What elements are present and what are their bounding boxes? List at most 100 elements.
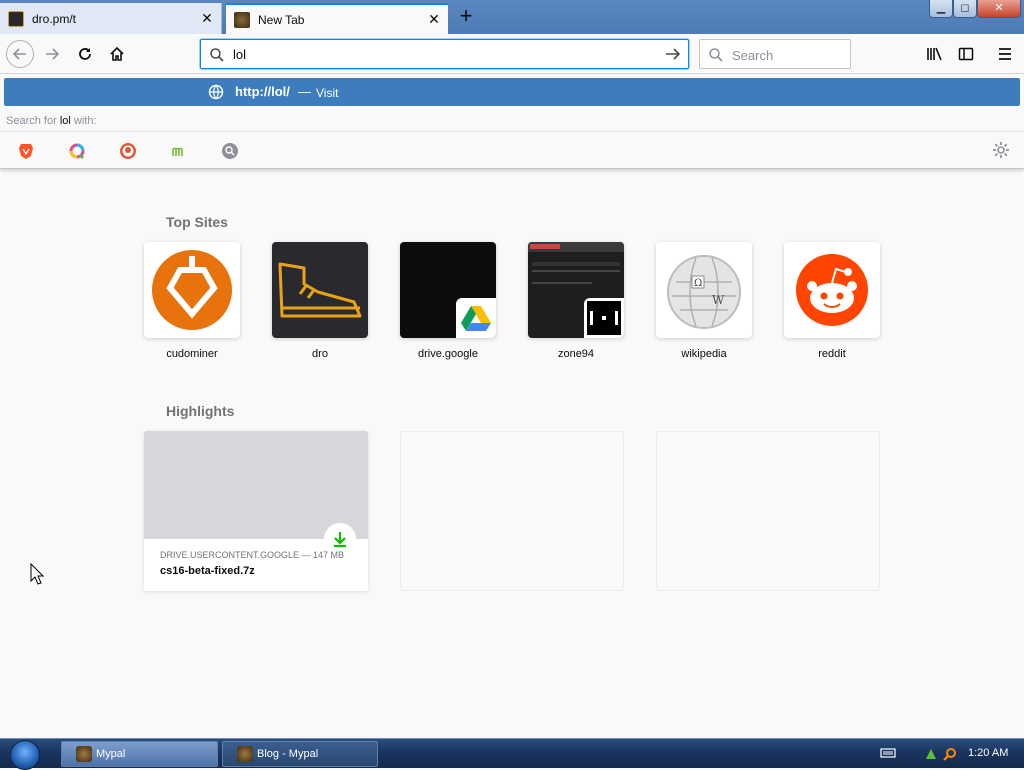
svg-text:W: W xyxy=(712,293,725,307)
nav-toolbar xyxy=(0,34,1024,74)
search-icon xyxy=(210,48,224,62)
top-site-label: cudominer xyxy=(166,348,218,360)
url-input[interactable] xyxy=(231,44,651,64)
suggestion-url: http://lol/ xyxy=(235,84,290,99)
search-with-query: lol xyxy=(59,115,71,127)
zone94-badge xyxy=(584,298,624,338)
back-button[interactable] xyxy=(6,40,34,68)
taskbar: Mypal Blog - Mypal 1:20 AM xyxy=(0,738,1024,770)
boot-icon xyxy=(278,262,362,318)
taskbar-clock: 1:20 AM xyxy=(968,747,1009,759)
maximize-button[interactable]: ◻ xyxy=(953,0,977,18)
visit-url-suggestion[interactable]: http://lol/ — Visit xyxy=(4,78,1020,106)
sidebar-button[interactable] xyxy=(952,40,980,68)
start-button[interactable] xyxy=(10,740,40,770)
tab-label: dro.pm/t xyxy=(32,11,77,26)
top-site-drive-google[interactable] xyxy=(400,242,496,338)
menu-button[interactable] xyxy=(991,40,1019,68)
tab-label: New Tab xyxy=(258,12,305,27)
search-engine-button[interactable] xyxy=(220,141,240,161)
top-site-cudominer[interactable] xyxy=(144,242,240,338)
qwant-icon xyxy=(69,143,85,160)
top-site-label: drive.google xyxy=(418,348,478,360)
highlight-placeholder xyxy=(400,431,624,591)
duckduckgo-icon xyxy=(120,143,136,159)
network-icon[interactable] xyxy=(924,747,938,761)
menu-icon xyxy=(999,48,1011,60)
mojeek-engine-button[interactable] xyxy=(169,141,189,161)
search-box[interactable] xyxy=(699,39,851,69)
arrow-right-icon xyxy=(46,48,60,60)
mypal-favicon-icon xyxy=(234,11,250,28)
search-engine-icon xyxy=(222,143,238,159)
download-icon xyxy=(334,532,346,548)
suggestion-action: Visit xyxy=(316,86,339,100)
search-tray-icon[interactable] xyxy=(942,747,958,763)
google-drive-icon xyxy=(461,306,491,331)
top-sites-heading: Top Sites xyxy=(166,214,228,230)
taskbar-item-label: Mypal xyxy=(96,748,126,760)
highlight-source: DRIVE.USERCONTENT.GOOGLE — 147 MB xyxy=(160,550,345,560)
suggestion-separator: — xyxy=(298,84,311,99)
pong-icon xyxy=(587,301,621,335)
top-site-label: dro xyxy=(312,348,328,360)
tab-strip: dro.pm/t ✕ New Tab ✕ + ▁ ◻ ✕ xyxy=(0,0,1024,34)
library-icon xyxy=(927,47,942,61)
library-button[interactable] xyxy=(920,40,948,68)
search-icon xyxy=(709,48,723,62)
top-site-zone94[interactable] xyxy=(528,242,624,338)
taskbar-item-label: Blog - Mypal xyxy=(257,748,319,760)
mypal-app-icon xyxy=(76,746,92,762)
search-with-suffix: with: xyxy=(73,115,97,127)
mouse-cursor-icon xyxy=(30,563,44,585)
taskbar-item-blog[interactable]: Blog - Mypal xyxy=(222,741,378,767)
top-site-label: wikipedia xyxy=(681,348,727,360)
reload-icon xyxy=(79,48,91,60)
top-site-label: reddit xyxy=(818,348,846,360)
reddit-logo-icon xyxy=(796,254,868,326)
duckduckgo-engine-button[interactable] xyxy=(118,141,138,161)
taskbar-item-mypal[interactable]: Mypal xyxy=(61,741,218,767)
brave-engine-button[interactable] xyxy=(16,141,36,161)
highlight-title: cs16-beta-fixed.7z xyxy=(160,565,255,577)
reload-button[interactable] xyxy=(71,40,99,68)
mojeek-icon xyxy=(172,147,183,156)
close-tab-icon[interactable]: ✕ xyxy=(424,11,444,28)
arrow-left-icon xyxy=(12,48,26,60)
url-bar[interactable] xyxy=(200,39,689,69)
svg-text:Ω: Ω xyxy=(694,278,702,289)
search-with-label: Search for lol with: xyxy=(6,115,97,127)
search-input[interactable] xyxy=(730,45,840,65)
highlight-placeholder xyxy=(656,431,880,591)
cudominer-logo-icon xyxy=(152,250,232,330)
home-button[interactable] xyxy=(103,40,131,68)
tab-dro[interactable]: dro.pm/t ✕ xyxy=(0,3,222,34)
qwant-engine-button[interactable] xyxy=(67,141,87,161)
mypal-app-icon xyxy=(237,746,253,762)
one-off-search-engines xyxy=(0,131,1024,168)
go-arrow-icon[interactable] xyxy=(664,46,682,62)
gear-icon xyxy=(993,142,1009,158)
drive-badge xyxy=(456,298,496,338)
wikipedia-globe-icon: ΩW xyxy=(667,255,741,329)
top-site-label: zone94 xyxy=(557,348,595,360)
close-tab-icon[interactable]: ✕ xyxy=(197,10,217,27)
dro-favicon-icon xyxy=(8,10,24,27)
search-settings-button[interactable] xyxy=(992,141,1010,164)
new-tab-button[interactable]: + xyxy=(454,4,478,30)
home-icon xyxy=(110,46,124,61)
close-window-button[interactable]: ✕ xyxy=(977,0,1021,18)
minimize-button[interactable]: ▁ xyxy=(929,0,953,18)
keyboard-icon[interactable] xyxy=(880,747,896,759)
tab-new-tab[interactable]: New Tab ✕ xyxy=(226,3,448,34)
forward-button[interactable] xyxy=(38,40,66,68)
top-site-reddit[interactable] xyxy=(784,242,880,338)
top-site-dro[interactable] xyxy=(272,242,368,338)
search-with-prefix: Search for xyxy=(6,115,57,127)
url-autocomplete-popup: http://lol/ — Visit Search for lol with: xyxy=(0,75,1024,169)
top-site-wikipedia[interactable]: ΩW xyxy=(656,242,752,338)
sidebar-icon xyxy=(958,47,974,61)
brave-icon xyxy=(19,144,33,159)
highlights-heading: Highlights xyxy=(166,403,235,419)
globe-icon xyxy=(208,84,224,100)
